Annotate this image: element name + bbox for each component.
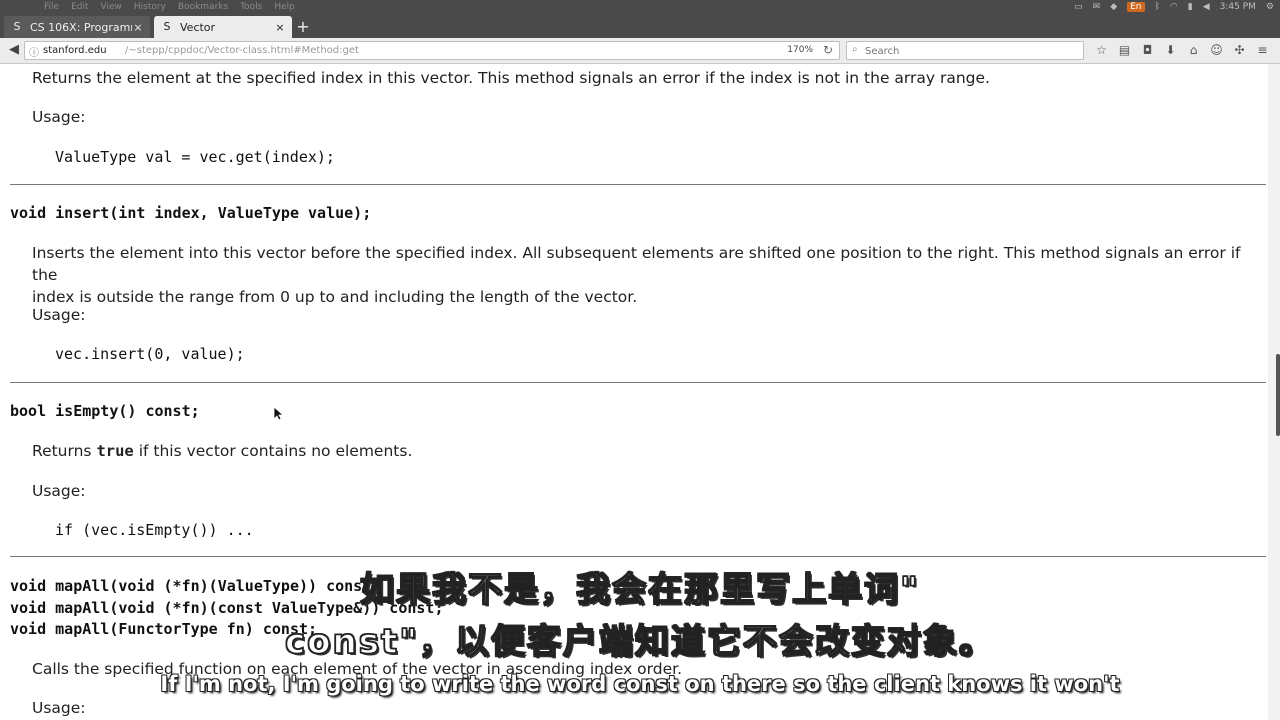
menu-help[interactable]: Help xyxy=(274,2,295,12)
menu-view[interactable]: View xyxy=(101,2,122,12)
new-tab-button[interactable]: + xyxy=(294,16,312,38)
system-tray: ▭ ✉ ◆ En ᛒ ◠ ▮ ◀ 3:45 PM ⚙ xyxy=(1074,2,1274,12)
insert-usage-code: vec.insert(0, value); xyxy=(55,345,245,363)
reload-icon[interactable]: ↻ xyxy=(823,43,833,57)
zoom-level[interactable]: 170% xyxy=(787,45,813,55)
stanford-favicon-icon: S xyxy=(163,20,171,33)
wifi-icon[interactable]: ◠ xyxy=(1170,2,1178,12)
subtitle-chinese-line1: 如果我不是，我会在那里写上单词" xyxy=(359,569,920,611)
close-tab-icon[interactable]: × xyxy=(132,21,144,34)
mouse-cursor-icon xyxy=(273,406,285,421)
tab-label: Vector xyxy=(180,20,216,34)
tab-label: CS 106X: Programming xyxy=(30,20,132,34)
menu-bookmarks[interactable]: Bookmarks xyxy=(178,2,228,12)
stanford-favicon-icon: S xyxy=(13,20,21,33)
range-zero: 0 xyxy=(280,288,290,306)
site-info-icon[interactable]: ⓘ xyxy=(29,44,39,59)
insert-description: Inserts the element into this vector bef… xyxy=(32,242,1262,308)
window-titlebar: File Edit View History Bookmarks Tools H… xyxy=(0,0,1280,38)
reading-list-icon[interactable]: ▤ xyxy=(1113,42,1136,58)
section-divider xyxy=(10,556,1266,557)
menu-tools[interactable]: Tools xyxy=(240,2,262,12)
mail-icon[interactable]: ✉ xyxy=(1093,2,1101,12)
chat-icon[interactable]: ☺ xyxy=(1205,42,1228,58)
keyboard-layout-indicator[interactable]: En xyxy=(1127,2,1145,12)
url-path: /~stepp/cppdoc/Vector-class.html#Method:… xyxy=(125,45,359,56)
camera-icon[interactable]: ▭ xyxy=(1074,2,1083,12)
isempty-usage-label: Usage: xyxy=(32,482,86,500)
app-menu: File Edit View History Bookmarks Tools H… xyxy=(44,2,295,12)
get-usage-label: Usage: xyxy=(32,108,86,126)
search-icon: ⌕ xyxy=(852,44,858,55)
section-divider xyxy=(10,382,1266,383)
page-scrollbar-thumb[interactable] xyxy=(1276,354,1280,436)
insert-signature: void insert(int index, ValueType value); xyxy=(10,204,372,222)
url-host: stanford.edu xyxy=(43,45,107,56)
text-run: Returns xyxy=(32,442,97,460)
subtitle-chinese-line2: const"，以便客户端知道它不会改变对象。 xyxy=(284,621,995,663)
toolbar-icons: ☆ ▤ ◘ ⬇ ⌂ ☺ ✣ ≡ xyxy=(1090,42,1274,58)
download-icon[interactable]: ⬇ xyxy=(1159,42,1182,58)
subtitle-english: If I'm not, I'm going to write the word … xyxy=(160,672,1120,696)
pocket-icon[interactable]: ◘ xyxy=(1136,42,1159,58)
text-run: index is outside the range from xyxy=(32,288,281,306)
volume-icon[interactable]: ◀ xyxy=(1203,2,1210,12)
isempty-description: Returns true if this vector contains no … xyxy=(32,440,1262,462)
close-tab-icon[interactable]: × xyxy=(274,21,286,34)
home-icon[interactable]: ⌂ xyxy=(1182,42,1205,58)
extension-icon[interactable]: ✣ xyxy=(1228,42,1251,58)
isempty-usage-code: if (vec.isEmpty()) ... xyxy=(55,521,254,539)
battery-icon[interactable]: ▮ xyxy=(1188,2,1193,12)
tab-vector[interactable]: S Vector × xyxy=(154,16,292,38)
settings-gear-icon[interactable]: ⚙ xyxy=(1266,2,1274,12)
text-run: if this vector contains no elements. xyxy=(133,442,413,460)
keyword-true: true xyxy=(96,442,134,460)
back-button[interactable]: ◀ xyxy=(6,42,22,58)
mapall-usage-label: Usage: xyxy=(32,699,86,717)
bookmark-star-icon[interactable]: ☆ xyxy=(1090,42,1113,58)
isempty-signature: bool isEmpty() const; xyxy=(10,402,200,420)
get-description: Returns the element at the specified ind… xyxy=(32,69,990,87)
navigation-toolbar: ◀ ⓘ stanford.edu /~stepp/cppdoc/Vector-c… xyxy=(0,38,1280,64)
search-input[interactable] xyxy=(863,43,1077,59)
text-run: up to and including the length of the ve… xyxy=(289,288,638,306)
menu-history[interactable]: History xyxy=(134,2,166,12)
bluetooth-icon[interactable]: ᛒ xyxy=(1155,2,1160,12)
menu-file[interactable]: File xyxy=(44,2,59,12)
insert-description-line1: Inserts the element into this vector bef… xyxy=(32,244,1241,284)
url-bar[interactable]: ⓘ stanford.edu /~stepp/cppdoc/Vector-cla… xyxy=(24,41,840,60)
tab-cs106x[interactable]: S CS 106X: Programming × xyxy=(4,16,150,38)
get-usage-code: ValueType val = vec.get(index); xyxy=(55,148,335,166)
dropbox-icon[interactable]: ◆ xyxy=(1110,2,1117,12)
insert-usage-label: Usage: xyxy=(32,306,86,324)
menu-edit[interactable]: Edit xyxy=(71,2,88,12)
insert-description-line2: index is outside the range from 0 up to … xyxy=(32,286,1262,308)
clock[interactable]: 3:45 PM xyxy=(1220,2,1256,12)
section-divider xyxy=(10,184,1266,185)
menu-hamburger-icon[interactable]: ≡ xyxy=(1251,42,1274,58)
search-box[interactable]: ⌕ xyxy=(846,41,1084,60)
cursor-arrow-icon xyxy=(273,406,285,421)
